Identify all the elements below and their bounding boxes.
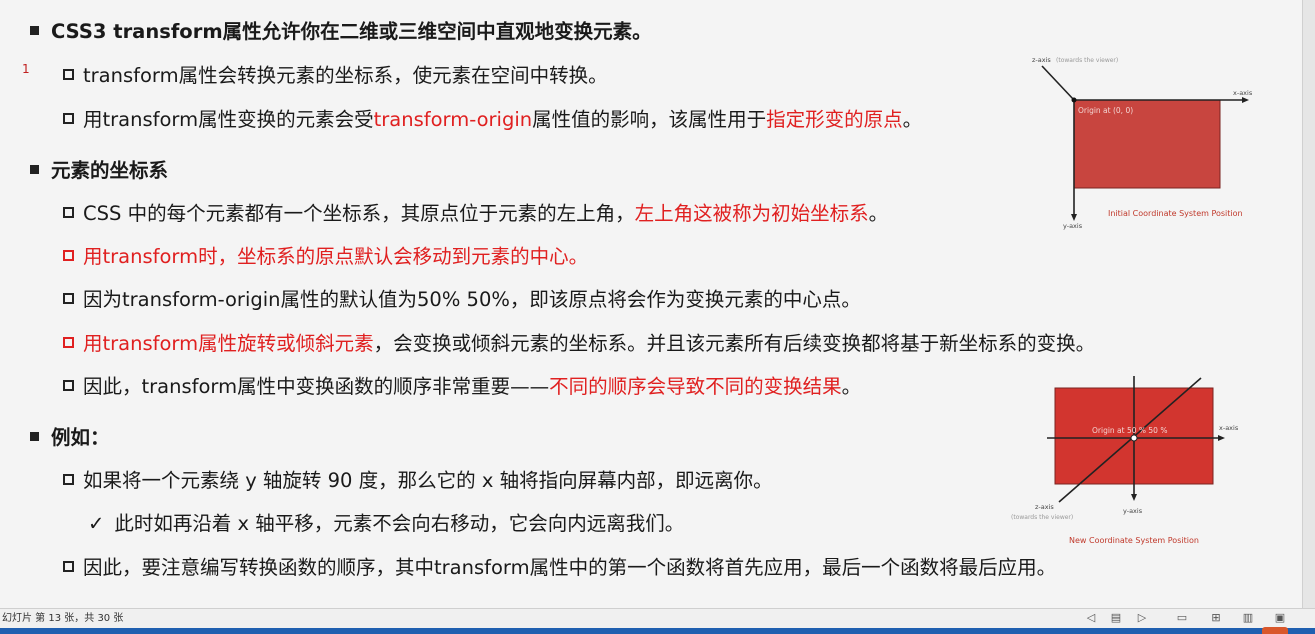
check-icon: ✓ xyxy=(88,512,105,535)
body-text: 如果将一个元素绕 y 轴旋转 90 度，那么它的 x 轴将指向屏幕内部，即远离你… xyxy=(83,469,773,492)
highlight-text: 用transform属性旋转或倾斜元素 xyxy=(83,332,374,355)
body-text: 因此，transform属性中变换函数的顺序非常重要—— xyxy=(83,375,550,398)
powerpoint-taskbar-icon[interactable] xyxy=(1262,627,1288,634)
list-item: 用transform时，坐标系的原点默认会移动到元素的中心。 xyxy=(63,244,588,270)
slideshow-icon[interactable]: ▣ xyxy=(1274,612,1286,624)
z-axis-note: (towards the viewer) xyxy=(1056,57,1118,64)
list-item: 用transform属性旋转或倾斜元素，会变换或倾斜元素的坐标系。并且该元素所有… xyxy=(63,331,1095,357)
reading-view-icon[interactable]: ▥ xyxy=(1242,612,1254,624)
heading-example: 例如： xyxy=(30,425,110,451)
heading-coordinate-system: 元素的坐标系 xyxy=(30,158,168,184)
body-text: 例如： xyxy=(51,426,110,449)
slide-canvas: 1 CSS3 transform属性允许你在二维或三维空间中直观地变换元素。 t… xyxy=(0,0,1303,608)
item-6-text: 因为transform-origin属性的默认值为50% 50%，即该原点将会作… xyxy=(83,288,861,311)
body-text: CSS3 transform属性允许你在二维或三维空间中直观地变换元素。 xyxy=(51,20,652,43)
origin-label: Origin at (0, 0) xyxy=(1078,106,1133,115)
item-9-text: 例如： xyxy=(51,426,110,449)
heading-css3-transform: CSS3 transform属性允许你在二维或三维空间中直观地变换元素。 xyxy=(30,19,652,45)
normal-view-icon[interactable]: ▭ xyxy=(1176,612,1188,624)
list-item: 因为transform-origin属性的默认值为50% 50%，即该原点将会作… xyxy=(63,287,861,313)
item-1-text: transform属性会转换元素的坐标系，使元素在空间中转换。 xyxy=(83,64,608,87)
square-bullet-icon xyxy=(30,432,39,441)
hollow-square-bullet-icon xyxy=(63,207,74,218)
y-axis-label: y-axis xyxy=(1063,222,1083,230)
z-axis-line xyxy=(1041,65,1075,101)
item-7-text: 用transform属性旋转或倾斜元素，会变换或倾斜元素的坐标系。并且该元素所有… xyxy=(83,332,1095,355)
body-text: 。 xyxy=(868,202,889,225)
hollow-square-bullet-icon xyxy=(63,250,74,261)
origin-dot xyxy=(1130,434,1138,442)
item-4-text: CSS 中的每个元素都有一个坐标系，其原点位于元素的左上角，左上角这被称为初始坐… xyxy=(83,202,888,225)
hollow-square-bullet-icon xyxy=(63,337,74,348)
slide-marker: 1 xyxy=(22,62,30,76)
body-text: 。 xyxy=(841,375,862,398)
item-5-text: 用transform时，坐标系的原点默认会移动到元素的中心。 xyxy=(83,245,588,268)
origin-dot xyxy=(1071,97,1077,103)
hollow-square-bullet-icon xyxy=(63,561,74,572)
square-bullet-icon xyxy=(30,26,39,35)
body-text: 因此，要注意编写转换函数的顺序，其中transform属性中的第一个函数将首先应… xyxy=(83,556,1057,579)
item-2-text: 用transform属性变换的元素会受transform-origin属性值的影… xyxy=(83,108,922,131)
taskbar-strip xyxy=(0,628,1315,634)
new-coordinate-figure: Origin at 50 % 50 % x-axis y-axis z-axis… xyxy=(1011,376,1239,545)
z-axis-label: z-axis xyxy=(1032,56,1051,64)
body-text: 用transform属性变换的元素会受 xyxy=(83,108,374,131)
body-text: 。 xyxy=(902,108,923,131)
list-item: 因此，transform属性中变换函数的顺序非常重要——不同的顺序会导致不同的变… xyxy=(63,374,861,400)
item-11-text: 此时如再沿着 x 轴平移，元素不会向右移动，它会向内远离我们。 xyxy=(114,512,684,535)
vertical-scrollbar[interactable] xyxy=(1302,0,1315,608)
notes-icon[interactable]: ▤ xyxy=(1110,612,1122,624)
item-0-text: CSS3 transform属性允许你在二维或三维空间中直观地变换元素。 xyxy=(51,20,652,43)
item-8-text: 因此，transform属性中变换函数的顺序非常重要——不同的顺序会导致不同的变… xyxy=(83,375,861,398)
hollow-square-bullet-icon xyxy=(63,474,74,485)
item-12-text: 因此，要注意编写转换函数的顺序，其中transform属性中的第一个函数将首先应… xyxy=(83,556,1056,579)
slide-counter: 幻灯片 第 13 张，共 30 张 xyxy=(2,613,124,624)
z-axis-note: (towards the viewer) xyxy=(1011,514,1073,521)
highlight-text: 指定形变的原点 xyxy=(766,108,903,131)
highlight-text: 左上角这被称为初始坐标系 xyxy=(634,202,869,225)
body-text: 属性值的影响，该属性用于 xyxy=(532,108,767,131)
hollow-square-bullet-icon xyxy=(63,293,74,304)
hollow-square-bullet-icon xyxy=(63,113,74,124)
hollow-square-bullet-icon xyxy=(63,69,74,80)
list-item-sub: ✓ 此时如再沿着 x 轴平移，元素不会向右移动，它会向内远离我们。 xyxy=(88,511,684,537)
z-axis-label: z-axis xyxy=(1035,503,1054,511)
hollow-square-bullet-icon xyxy=(63,380,74,391)
highlight-text: transform-origin xyxy=(373,108,533,131)
body-text: transform属性会转换元素的坐标系，使元素在空间中转换。 xyxy=(83,64,608,87)
origin-label: Origin at 50 % 50 % xyxy=(1092,426,1167,435)
list-item: 因此，要注意编写转换函数的顺序，其中transform属性中的第一个函数将首先应… xyxy=(63,555,1056,581)
slide-sorter-icon[interactable]: ⊞ xyxy=(1210,612,1222,624)
figure-caption: New Coordinate System Position xyxy=(1069,536,1199,545)
body-text: 元素的坐标系 xyxy=(51,159,169,182)
list-item: 用transform属性变换的元素会受transform-origin属性值的影… xyxy=(63,107,922,133)
status-bar: 幻灯片 第 13 张，共 30 张 ◁ ▤ ▷ ▭ ⊞ ▥ ▣ xyxy=(0,608,1315,629)
highlight-text: 不同的顺序会导致不同的变换结果 xyxy=(549,375,842,398)
body-text: ，会变换或倾斜元素的坐标系。并且该元素所有后续变换都将基于新坐标系的变换。 xyxy=(373,332,1096,355)
y-axis-label: y-axis xyxy=(1123,507,1143,515)
item-10-text: 如果将一个元素绕 y 轴旋转 90 度，那么它的 x 轴将指向屏幕内部，即远离你… xyxy=(83,469,773,492)
list-item: 如果将一个元素绕 y 轴旋转 90 度，那么它的 x 轴将指向屏幕内部，即远离你… xyxy=(63,468,773,494)
highlight-text: 用transform时，坐标系的原点默认会移动到元素的中心。 xyxy=(83,245,589,268)
x-axis-label: x-axis xyxy=(1233,89,1253,97)
body-text: CSS 中的每个元素都有一个坐标系，其原点位于元素的左上角， xyxy=(83,202,635,225)
list-item: CSS 中的每个元素都有一个坐标系，其原点位于元素的左上角，左上角这被称为初始坐… xyxy=(63,201,888,227)
body-text: 因为transform-origin属性的默认值为50% 50%，即该原点将会作… xyxy=(83,288,861,311)
body-text: 此时如再沿着 x 轴平移，元素不会向右移动，它会向内远离我们。 xyxy=(114,512,685,535)
initial-coordinate-figure: z-axis (towards the viewer) x-axis y-axi… xyxy=(1032,56,1253,230)
list-item: transform属性会转换元素的坐标系，使元素在空间中转换。 xyxy=(63,63,608,89)
next-slide-icon[interactable]: ▷ xyxy=(1136,612,1148,624)
previous-slide-icon[interactable]: ◁ xyxy=(1085,612,1097,624)
item-3-text: 元素的坐标系 xyxy=(51,159,168,182)
figure-caption: Initial Coordinate System Position xyxy=(1108,209,1243,218)
x-axis-label: x-axis xyxy=(1219,424,1239,432)
square-bullet-icon xyxy=(30,165,39,174)
